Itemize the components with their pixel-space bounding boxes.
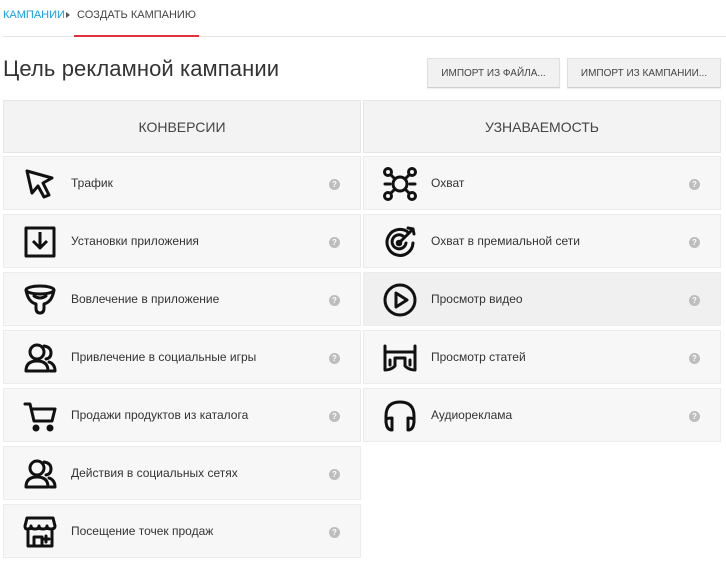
- goal-label: Охват в премиальной сети: [431, 234, 580, 248]
- help-icon[interactable]: ?: [689, 411, 700, 422]
- conversions-column-header: КОНВЕРСИИ: [3, 100, 361, 153]
- glasses-icon: [382, 340, 418, 376]
- help-icon[interactable]: ?: [329, 411, 340, 422]
- goal-label: Посещение точек продаж: [71, 524, 214, 538]
- store-icon: [22, 514, 58, 550]
- goal-label: Просмотр видео: [431, 292, 523, 306]
- goal-premium-reach[interactable]: Охват в премиальной сети ?: [363, 214, 721, 268]
- help-icon[interactable]: ?: [689, 237, 700, 248]
- goal-reach[interactable]: Охват ?: [363, 156, 721, 210]
- help-icon[interactable]: ?: [329, 353, 340, 364]
- goal-social-games[interactable]: Привлечение в социальные игры ?: [3, 330, 361, 384]
- goal-app-engagement[interactable]: Вовлечение в приложение ?: [3, 272, 361, 326]
- help-icon[interactable]: ?: [329, 179, 340, 190]
- goal-traffic[interactable]: Трафик ?: [3, 156, 361, 210]
- goal-label: Вовлечение в приложение: [71, 292, 220, 306]
- goal-label: Привлечение в социальные игры: [71, 350, 257, 364]
- cursor-icon: [22, 166, 58, 202]
- goal-label: Просмотр статей: [431, 350, 526, 364]
- goal-label: Охват: [431, 176, 465, 190]
- users-icon: [22, 456, 58, 492]
- help-icon[interactable]: ?: [689, 353, 700, 364]
- help-icon[interactable]: ?: [689, 295, 700, 306]
- goal-video-views[interactable]: Просмотр видео ?: [363, 272, 721, 326]
- goal-label: Действия в социальных сетях: [71, 466, 238, 480]
- import-from-campaign-button[interactable]: ИМПОРТ ИЗ КАМПАНИИ...: [567, 58, 721, 88]
- breadcrumb-current: СОЗДАТЬ КАМПАНИЮ: [74, 9, 199, 37]
- awareness-column-header: УЗНАВАЕМОСТЬ: [363, 100, 721, 153]
- goal-social-actions[interactable]: Действия в социальных сетях ?: [3, 446, 361, 500]
- target-icon: [382, 224, 418, 260]
- help-icon[interactable]: ?: [329, 527, 340, 538]
- headphones-icon: [382, 398, 418, 434]
- goal-label: Установки приложения: [71, 234, 199, 248]
- funnel-icon: [22, 282, 58, 318]
- goal-catalog-sales[interactable]: Продажи продуктов из каталога ?: [3, 388, 361, 442]
- breadcrumb-arrow-icon: [66, 12, 70, 18]
- goal-store-visits[interactable]: Посещение точек продаж ?: [3, 504, 361, 558]
- goal-label: Продажи продуктов из каталога: [71, 408, 249, 422]
- breadcrumb: КАМПАНИИ СОЗДАТЬ КАМПАНИЮ: [3, 0, 726, 37]
- users-icon: [22, 340, 58, 376]
- cart-icon: [22, 398, 58, 434]
- help-icon[interactable]: ?: [329, 237, 340, 248]
- network-icon: [382, 166, 418, 202]
- page-title: Цель рекламной кампании: [3, 56, 280, 81]
- goal-label: Трафик: [71, 176, 113, 190]
- help-icon[interactable]: ?: [329, 469, 340, 480]
- goal-article-views[interactable]: Просмотр статей ?: [363, 330, 721, 384]
- goal-audio-ads[interactable]: Аудиореклама ?: [363, 388, 721, 442]
- help-icon[interactable]: ?: [689, 179, 700, 190]
- breadcrumb-campaigns-link[interactable]: КАМПАНИИ: [3, 9, 65, 21]
- download-box-icon: [22, 224, 58, 260]
- goal-app-installs[interactable]: Установки приложения ?: [3, 214, 361, 268]
- goal-label: Аудиореклама: [431, 408, 513, 422]
- import-from-file-button[interactable]: ИМПОРТ ИЗ ФАЙЛА...: [427, 58, 560, 88]
- help-icon[interactable]: ?: [329, 295, 340, 306]
- play-icon: [382, 282, 418, 318]
